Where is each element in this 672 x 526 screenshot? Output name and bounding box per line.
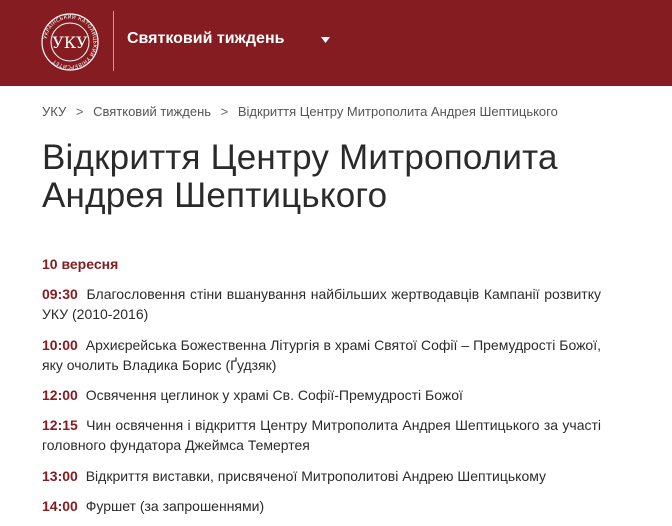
schedule-time: 13:00 bbox=[42, 468, 78, 484]
breadcrumb: УКУ > Святковий тиждень > Відкриття Цент… bbox=[42, 104, 558, 119]
breadcrumb-item-holiday-week[interactable]: Святковий тиждень bbox=[93, 104, 211, 119]
schedule-time: 10:00 bbox=[42, 337, 78, 353]
schedule-item: 14:00 Фуршет (за запрошеннями) bbox=[42, 496, 601, 516]
schedule-time: 12:15 bbox=[42, 417, 78, 433]
schedule-time: 12:00 bbox=[42, 387, 78, 403]
chevron-down-icon[interactable] bbox=[321, 37, 330, 43]
schedule-time: 09:30 bbox=[42, 286, 78, 302]
breadcrumb-separator: > bbox=[75, 104, 84, 119]
schedule-item: 10:00 Архиєрейська Божественна Літургія … bbox=[42, 335, 601, 375]
breadcrumb-separator: > bbox=[220, 104, 229, 119]
logo-text: УКУ bbox=[52, 33, 88, 52]
site-title-link[interactable]: Святковий тиждень bbox=[127, 30, 284, 48]
header-divider bbox=[113, 11, 114, 71]
breadcrumb-item-uku[interactable]: УКУ bbox=[42, 104, 66, 119]
schedule-text: Чин освячення і відкриття Центру Митропо… bbox=[42, 417, 601, 453]
schedule-item: 13:00 Відкриття виставки, присвяченої Ми… bbox=[42, 466, 601, 486]
event-date: 10 вересня bbox=[42, 256, 119, 272]
site-header: УКРАЇНСЬКИЙ КАТОЛИЦЬКИЙ УНІВЕРСИТЕТ УКУ … bbox=[0, 0, 672, 86]
schedule-text: Освячення цеглинок у храмі Св. Софії-Пре… bbox=[85, 387, 463, 403]
schedule-item: 09:30 Благословення стіни вшанування най… bbox=[42, 284, 601, 324]
university-logo[interactable]: УКРАЇНСЬКИЙ КАТОЛИЦЬКИЙ УНІВЕРСИТЕТ УКУ bbox=[40, 12, 100, 72]
schedule-text: Відкриття виставки, присвяченої Митропол… bbox=[85, 468, 547, 484]
schedule-text: Фуршет (за запрошеннями) bbox=[85, 498, 265, 514]
schedule-item: 12:15 Чин освячення і відкриття Центру М… bbox=[42, 415, 601, 455]
page-title: Відкриття Центру Митрополита Андрея Шепт… bbox=[42, 138, 558, 215]
schedule-item: 12:00 Освячення цеглинок у храмі Св. Соф… bbox=[42, 385, 601, 405]
schedule-text: Архиєрейська Божественна Літургія в храм… bbox=[42, 337, 602, 373]
schedule-time: 14:00 bbox=[42, 498, 78, 514]
breadcrumb-item-current: Відкриття Центру Митрополита Андрея Шепт… bbox=[237, 104, 558, 119]
schedule-text: Благословення стіни вшанування найбільши… bbox=[42, 286, 602, 322]
